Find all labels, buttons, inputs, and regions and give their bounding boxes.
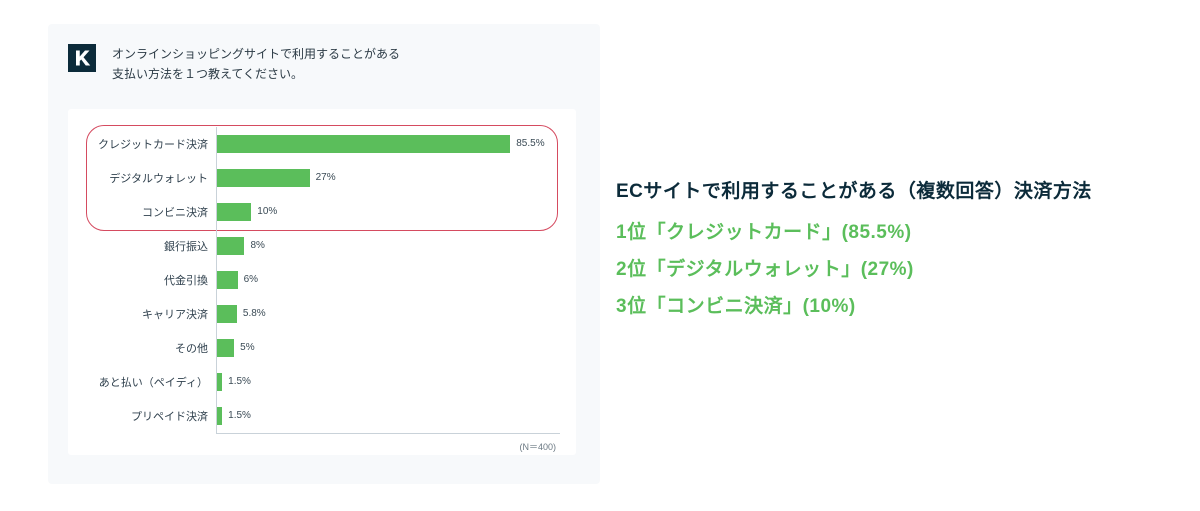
bar-fill [217, 203, 251, 221]
bar-fill [217, 339, 234, 357]
rank-2: 2位「デジタルウォレット」(27%) [616, 254, 1176, 281]
bar-track: 85.5% [216, 127, 560, 161]
bar-fill [217, 407, 222, 425]
bar-category-label: コンビニ決済 [84, 204, 216, 220]
bar-track: 27% [216, 161, 560, 195]
survey-question: オンラインショッピングサイトで利用することがある 支払い方法を１つ教えてください… [112, 44, 400, 85]
bar-fill [217, 135, 510, 153]
bar-value-label: 85.5% [516, 138, 544, 149]
bar-value-label: 10% [257, 206, 277, 217]
rank-3: 3位「コンビニ決済」(10%) [616, 291, 1176, 318]
bar-row: プリペイド決済 1.5% [84, 399, 560, 433]
summary-title: ECサイトで利用することがある（複数回答）決済方法 [616, 176, 1176, 203]
rank-1: 1位「クレジットカード」(85.5%) [616, 217, 1176, 244]
bar-row: キャリア決済 5.8% [84, 297, 560, 331]
bar-fill [217, 271, 238, 289]
bar-row: 代金引換 6% [84, 263, 560, 297]
card-header: オンラインショッピングサイトで利用することがある 支払い方法を１つ教えてください… [68, 44, 576, 85]
bar-row: クレジットカード決済 85.5% [84, 127, 560, 161]
bar-row: あと払い（ペイディ） 1.5% [84, 365, 560, 399]
bar-chart: クレジットカード決済 85.5% デジタルウォレット 27% コンビニ決済 10% 銀行振込… [84, 127, 560, 433]
bar-row: その他 5% [84, 331, 560, 365]
bar-track: 1.5% [216, 399, 560, 433]
bar-category-label: プリペイド決済 [84, 408, 216, 424]
bar-category-label: クレジットカード決済 [84, 136, 216, 152]
x-axis: (N＝400) [84, 433, 560, 443]
bar-category-label: あと払い（ペイディ） [84, 374, 216, 390]
question-line-2: 支払い方法を１つ教えてください。 [112, 64, 400, 84]
bar-category-label: 代金引換 [84, 272, 216, 288]
logo-k-icon [68, 44, 96, 72]
chart-area: クレジットカード決済 85.5% デジタルウォレット 27% コンビニ決済 10% 銀行振込… [68, 109, 576, 455]
bar-track: 5.8% [216, 297, 560, 331]
bar-value-label: 1.5% [228, 410, 251, 421]
bar-track: 6% [216, 263, 560, 297]
bar-track: 1.5% [216, 365, 560, 399]
bar-value-label: 5.8% [243, 308, 266, 319]
bar-fill [217, 169, 310, 187]
chart-card: オンラインショッピングサイトで利用することがある 支払い方法を１つ教えてください… [48, 24, 600, 484]
bar-value-label: 8% [250, 240, 264, 251]
bar-category-label: その他 [84, 340, 216, 356]
question-line-1: オンラインショッピングサイトで利用することがある [112, 44, 400, 64]
bar-row: コンビニ決済 10% [84, 195, 560, 229]
bar-fill [217, 237, 244, 255]
bar-track: 8% [216, 229, 560, 263]
bar-category-label: デジタルウォレット [84, 170, 216, 186]
bar-value-label: 27% [316, 172, 336, 183]
bar-category-label: キャリア決済 [84, 306, 216, 322]
bar-fill [217, 305, 237, 323]
summary-block: ECサイトで利用することがある（複数回答）決済方法 1位「クレジットカード」(8… [616, 176, 1176, 328]
bar-row: デジタルウォレット 27% [84, 161, 560, 195]
sample-size-note: (N＝400) [519, 440, 556, 453]
bar-track: 5% [216, 331, 560, 365]
bar-fill [217, 373, 222, 391]
bar-track: 10% [216, 195, 560, 229]
bar-value-label: 5% [240, 342, 254, 353]
letter-k-icon [73, 49, 91, 67]
bar-value-label: 6% [244, 274, 258, 285]
bar-category-label: 銀行振込 [84, 238, 216, 254]
bar-row: 銀行振込 8% [84, 229, 560, 263]
bar-value-label: 1.5% [228, 376, 251, 387]
